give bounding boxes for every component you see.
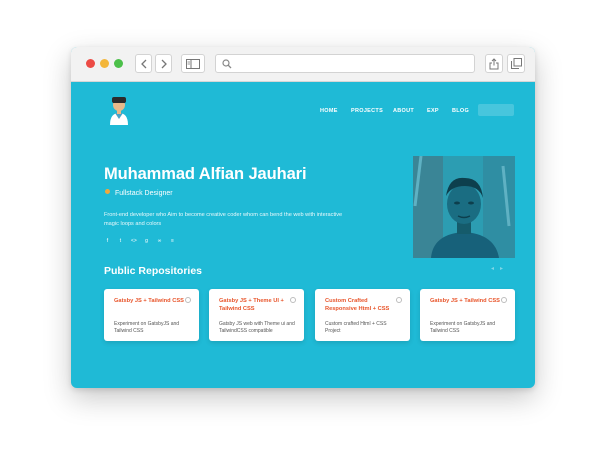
repo-card-title: Gatsby JS + Theme UI + Tailwind CSS [219,298,284,313]
github-icon[interactable] [396,297,402,303]
sidebar-icon [186,58,200,69]
profile-photo-illustration [413,156,515,258]
github-icon[interactable] [501,297,507,303]
nav-projects[interactable]: PROJECTS [351,108,383,114]
forward-button[interactable] [155,54,172,73]
tabs-button[interactable] [507,54,525,73]
facebook-icon[interactable]: f [105,239,110,244]
chevron-right-icon [161,59,167,68]
repo-card[interactable]: Gatsby JS + Theme UI + Tailwind CSS Gats… [209,289,304,341]
hero-description: Front-end developer who Aim to become cr… [104,212,343,227]
address-bar[interactable] [215,54,475,73]
repo-card-title: Gatsby JS + Tailwind CSS [114,298,184,304]
nav-home[interactable]: HOME [320,108,338,114]
hero-role-text: Fullstack Designer [115,190,173,197]
link-icon[interactable]: ∞ [157,239,162,244]
twitter-icon[interactable]: t [118,239,123,244]
repo-card[interactable]: Gatsby JS + Tailwind CSS Experiment on G… [420,289,515,341]
hero-role: Fullstack Designer [105,189,173,197]
github-icon[interactable]: g [144,239,149,244]
maximize-window-button[interactable] [114,59,123,68]
browser-window: HOME PROJECTS ABOUT EXP BLOG Muhammad Al… [71,47,535,388]
repo-card-description: Experiment on GatsbyJS and Tailwind CSS [114,321,180,334]
repo-card[interactable]: Custom Crafted Responsive Html + CSS Cus… [315,289,410,341]
github-icon[interactable] [185,297,191,303]
portfolio-page: HOME PROJECTS ABOUT EXP BLOG Muhammad Al… [71,81,535,388]
social-links: f t <> g ∞ ≡ [105,239,175,244]
repo-card-description: Custom crafted Html + CSS Project [325,321,387,334]
repo-card-title: Custom Crafted Responsive Html + CSS [325,298,390,313]
role-badge-icon [105,189,110,194]
avatar-logo[interactable] [106,95,132,125]
repo-card-description: Gatsby JS web with Theme ui and Tailwind… [219,321,295,334]
tabs-icon [510,58,522,69]
profile-photo [413,156,515,258]
nav-exp[interactable]: EXP [427,108,439,114]
hero-name: Muhammad Alfian Jauhari [104,165,307,183]
repositories-title: Public Repositories [104,265,203,277]
nav-blog[interactable]: BLOG [452,108,469,114]
github-icon[interactable] [290,297,296,303]
nav-about[interactable]: ABOUT [393,108,414,114]
search-icon [222,59,232,69]
close-window-button[interactable] [86,59,95,68]
repo-card[interactable]: Gatsby JS + Tailwind CSS Experiment on G… [104,289,199,341]
share-button[interactable] [485,54,503,73]
repo-card-title: Gatsby JS + Tailwind CSS [430,298,500,304]
back-button[interactable] [135,54,152,73]
minimize-window-button[interactable] [100,59,109,68]
code-icon[interactable]: <> [131,239,137,244]
carousel-arrows[interactable]: ◂▸ [491,265,509,272]
repo-card-description: Experiment on GatsbyJS and Tailwind CSS [430,321,496,334]
chevron-left-icon [140,59,146,68]
browser-toolbar [71,47,535,82]
document-icon[interactable]: ≡ [170,239,175,244]
nav-contact-button[interactable] [478,104,514,116]
share-icon [489,57,499,69]
sidebar-toggle-button[interactable] [181,54,205,73]
